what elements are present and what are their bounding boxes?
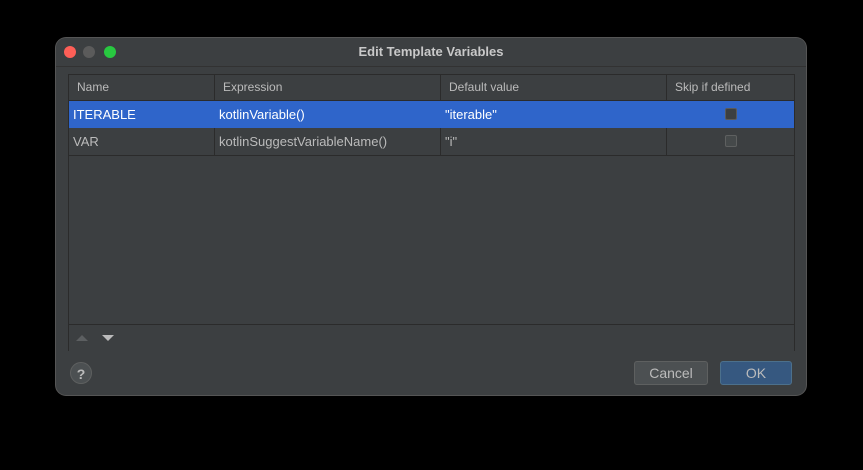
column-header-expression[interactable]: Expression (215, 75, 441, 100)
column-header-name[interactable]: Name (69, 75, 215, 100)
skip-if-defined-checkbox[interactable] (725, 135, 737, 147)
title-bar: Edit Template Variables (56, 38, 806, 67)
cell-name[interactable]: VAR (69, 128, 215, 155)
dialog-title: Edit Template Variables (358, 44, 504, 59)
column-header-skip-if-defined[interactable]: Skip if defined (667, 75, 794, 100)
edit-template-variables-dialog: Edit Template Variables Name Expression … (56, 38, 806, 395)
arrow-up-icon[interactable] (76, 335, 88, 341)
table-header: Name Expression Default value Skip if de… (69, 75, 794, 101)
table-row[interactable]: VAR kotlinSuggestVariableName() "i" (69, 128, 794, 156)
table-toolbar (69, 324, 794, 351)
cancel-button[interactable]: Cancel (634, 361, 708, 385)
cell-expression[interactable]: kotlinSuggestVariableName() (215, 128, 441, 155)
help-button[interactable]: ? (70, 362, 92, 384)
cell-default-value[interactable]: "iterable" (441, 101, 667, 128)
column-header-default-value[interactable]: Default value (441, 75, 667, 100)
variables-table: Name Expression Default value Skip if de… (68, 74, 795, 351)
arrow-down-icon[interactable] (102, 335, 114, 341)
cell-default-value[interactable]: "i" (441, 128, 667, 155)
cell-name[interactable]: ITERABLE (69, 101, 215, 128)
cell-expression[interactable]: kotlinVariable() (215, 101, 441, 128)
skip-if-defined-checkbox[interactable] (725, 108, 737, 120)
table-row[interactable]: ITERABLE kotlinVariable() "iterable" (69, 101, 794, 128)
ok-button[interactable]: OK (720, 361, 792, 385)
